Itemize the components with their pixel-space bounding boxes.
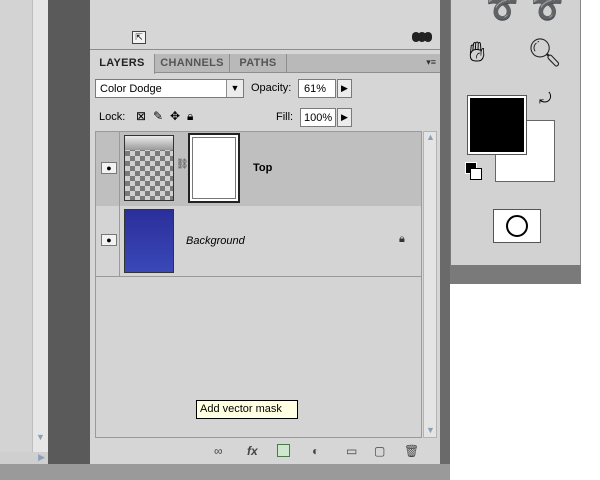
new-layer-icon[interactable]: ▢ — [374, 444, 385, 458]
horizontal-scrollbar[interactable]: ▶ — [0, 452, 48, 464]
panel-tabs: LAYERS CHANNELS PATHS ▾≡ — [90, 54, 440, 74]
vector-mask-thumbnail[interactable] — [188, 133, 240, 203]
left-scrollbar[interactable]: ▼ — [32, 0, 48, 452]
eye-icon[interactable]: ● — [101, 234, 117, 246]
left-panel — [0, 0, 32, 452]
layer-name[interactable]: Background — [186, 235, 245, 247]
lasso-icon[interactable]: ➰ — [486, 0, 518, 25]
visibility-toggle[interactable]: ● — [96, 206, 120, 276]
navigator-panel: ⇱ — [90, 0, 440, 50]
scroll-down-arrow-icon[interactable]: ▼ — [426, 425, 435, 435]
tab-channels[interactable]: CHANNELS — [155, 54, 230, 73]
fx-icon[interactable]: fx — [247, 444, 258, 458]
add-vector-mask-icon[interactable] — [277, 444, 290, 457]
panel-divider — [440, 0, 450, 464]
layers-bottom-bar: ∞ fx ◐ ▭ ▢ 🗑︎ — [90, 438, 440, 464]
lock-icon: 🔒︎ — [399, 233, 405, 245]
opacity-field[interactable]: 61% — [298, 79, 336, 98]
opacity-label: Opacity: — [251, 82, 292, 94]
tooltip: Add vector mask — [196, 400, 298, 419]
hand-icon[interactable]: ✋︎ — [469, 36, 485, 69]
fill-field[interactable]: 100% — [300, 108, 336, 127]
scroll-up-arrow-icon[interactable]: ▲ — [426, 132, 435, 142]
polygonal-lasso-icon[interactable]: ➰ — [531, 0, 563, 25]
adjustment-layer-icon[interactable]: ◐ — [312, 444, 319, 458]
visibility-toggle[interactable]: ● — [96, 132, 120, 206]
scroll-down-arrow-icon[interactable]: ▼ — [36, 432, 45, 442]
quick-mask-icon[interactable] — [493, 209, 541, 243]
layers-scrollbar[interactable]: ▲ ▼ — [423, 131, 437, 438]
zoom-icon[interactable]: 🔍︎ — [527, 36, 563, 69]
trash-icon[interactable]: 🗑︎ — [404, 444, 419, 458]
new-group-icon[interactable]: ▭ — [346, 444, 357, 458]
lock-pixels-icon[interactable]: ✎ — [153, 110, 163, 123]
lock-all-icon[interactable]: 🔒︎ — [187, 110, 193, 123]
status-bar — [0, 464, 450, 480]
eye-icon[interactable]: ● — [101, 162, 117, 174]
tab-layers[interactable]: LAYERS — [90, 54, 155, 74]
layer-thumbnail[interactable] — [124, 135, 174, 201]
layer-row-top[interactable]: ● ⛓ Top — [96, 132, 421, 207]
layer-name[interactable]: Top — [253, 162, 272, 174]
lock-label: Lock: — [99, 111, 126, 123]
foreground-color-swatch[interactable] — [467, 95, 527, 155]
opacity-slider-button[interactable]: ▶ — [337, 79, 352, 98]
tools-panel: ➰ ➰ ✋︎ 🔍︎ ⤾ — [450, 0, 581, 284]
swap-colors-icon[interactable]: ⤾ — [539, 90, 552, 107]
zoom-mountains-icon[interactable] — [412, 32, 438, 44]
fill-label: Fill: — [276, 111, 294, 123]
scroll-right-arrow-icon[interactable]: ▶ — [38, 452, 45, 463]
workspace-gap — [48, 0, 90, 464]
lock-transparency-icon[interactable]: ⊠ — [136, 110, 146, 123]
chain-link-icon[interactable]: ⛓ — [176, 159, 189, 170]
layer-row-background[interactable]: ● Background 🔒︎ — [96, 206, 421, 277]
tools-body: ➰ ➰ ✋︎ 🔍︎ ⤾ — [451, 0, 581, 265]
layer-list: ● ⛓ Top ● Background 🔒︎ — [95, 131, 422, 438]
default-colors-icon[interactable] — [465, 162, 483, 182]
tab-paths[interactable]: PATHS — [230, 54, 287, 73]
resize-icon[interactable]: ⇱ — [132, 31, 146, 44]
mask-inner — [192, 137, 236, 199]
cloud-strip — [125, 136, 173, 150]
layer-thumbnail[interactable] — [124, 209, 174, 273]
link-layers-icon[interactable]: ∞ — [214, 444, 223, 458]
panel-menu-icon[interactable]: ▾≡ — [426, 57, 436, 68]
fill-slider-button[interactable]: ▶ — [337, 108, 352, 127]
tools-footer — [451, 265, 581, 284]
lock-position-icon[interactable]: ✥ — [170, 110, 180, 123]
blend-mode-value: Color Dodge — [100, 83, 162, 95]
chevron-down-icon[interactable]: ▼ — [226, 80, 243, 97]
blend-mode-select[interactable]: Color Dodge ▼ — [95, 79, 244, 98]
